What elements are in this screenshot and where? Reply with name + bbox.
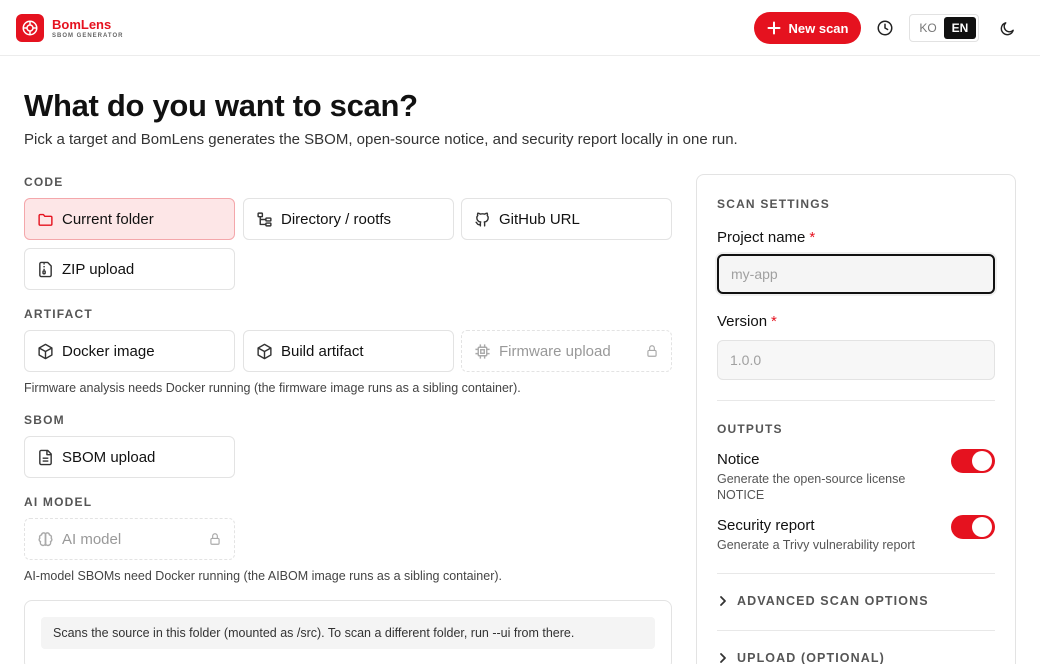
chevron-right-icon <box>720 596 726 606</box>
notice-toggle[interactable] <box>951 449 995 473</box>
bomlens-logo-icon <box>16 14 44 42</box>
project-name-label: Project name * <box>717 229 815 246</box>
target-build-artifact[interactable]: Build artifact <box>243 330 454 372</box>
target-label: Build artifact <box>281 342 364 360</box>
security-report-toggle[interactable] <box>951 515 995 539</box>
version-label: Version * <box>717 313 777 330</box>
scan-settings-title: SCAN SETTINGS <box>717 197 830 211</box>
plus-icon <box>767 21 780 35</box>
brain-icon <box>38 531 53 546</box>
upload-optional-toggle[interactable]: UPLOAD (OPTIONAL) <box>717 651 885 664</box>
package-icon <box>257 343 272 359</box>
advanced-scan-options-label: ADVANCED SCAN OPTIONS <box>737 594 929 608</box>
target-sbom-upload[interactable]: SBOM upload <box>24 436 235 478</box>
theme-toggle-button[interactable] <box>995 16 1019 40</box>
history-button[interactable] <box>873 16 897 40</box>
chevron-right-icon <box>720 653 726 663</box>
target-zip-upload[interactable]: ZIP upload <box>24 248 235 290</box>
tree-icon <box>257 211 272 227</box>
target-label: Docker image <box>62 342 155 360</box>
target-info-text: Scans the source in this folder (mounted… <box>41 617 655 649</box>
top-bar: BomLens SBOM GENERATOR New scan KO EN <box>0 0 1040 56</box>
target-docker-image[interactable]: Docker image <box>24 330 235 372</box>
target-label: AI model <box>62 530 122 548</box>
page-subtitle: Pick a target and BomLens generates the … <box>24 131 738 148</box>
lang-ko-button[interactable]: KO <box>912 17 944 39</box>
upload-optional-label: UPLOAD (OPTIONAL) <box>737 651 885 664</box>
notice-output-title: Notice <box>717 451 760 468</box>
security-report-output-title: Security report <box>717 517 815 534</box>
version-label-text: Version <box>717 313 768 330</box>
section-label-code: CODE <box>24 175 64 189</box>
target-label: GitHub URL <box>499 210 580 228</box>
advanced-scan-options-toggle[interactable]: ADVANCED SCAN OPTIONS <box>717 594 929 608</box>
project-name-label-text: Project name <box>717 229 806 246</box>
target-current-folder[interactable]: Current folder <box>24 198 235 240</box>
required-mark: * <box>771 313 777 330</box>
divider <box>717 630 995 631</box>
scan-settings-panel: SCAN SETTINGS Project name* Version* OUT… <box>696 174 1016 664</box>
target-label: Directory / rootfs <box>281 210 392 228</box>
new-scan-button[interactable]: New scan <box>754 12 861 44</box>
notice-output-desc: Generate the open-source license NOTICE <box>717 472 906 502</box>
chip-icon <box>475 343 490 359</box>
moon-icon <box>1000 21 1014 35</box>
folder-icon <box>38 213 53 226</box>
github-icon <box>475 211 489 227</box>
target-github-url[interactable]: GitHub URL <box>461 198 672 240</box>
section-label-sbom: SBOM <box>24 413 65 427</box>
package-icon <box>38 343 53 359</box>
target-label: ZIP upload <box>62 260 135 278</box>
zip-file-icon <box>39 261 52 277</box>
outputs-title: OUTPUTS <box>717 422 783 436</box>
target-info-box: Scans the source in this folder (mounted… <box>24 600 672 664</box>
brand-name: BomLens <box>52 16 112 32</box>
lock-icon <box>647 345 657 357</box>
ai-model-note: AI-model SBOMs need Docker running (the … <box>24 569 502 583</box>
target-directory-rootfs[interactable]: Directory / rootfs <box>243 198 454 240</box>
target-label: Firmware upload <box>499 342 611 360</box>
target-firmware-upload: Firmware upload <box>461 330 672 372</box>
language-switcher: KO EN <box>909 14 979 42</box>
target-label: Current folder <box>62 210 154 228</box>
section-label-artifact: ARTIFACT <box>24 307 93 321</box>
brand-subtitle: SBOM GENERATOR <box>52 32 124 39</box>
clock-icon <box>877 20 893 36</box>
brand[interactable]: BomLens SBOM GENERATOR <box>16 14 123 42</box>
page-title: What do you want to scan? <box>24 88 418 123</box>
lang-en-button[interactable]: EN <box>944 17 976 39</box>
file-icon <box>39 449 52 465</box>
new-scan-label: New scan <box>788 20 849 36</box>
section-label-ai-model: AI MODEL <box>24 495 93 509</box>
target-label: SBOM upload <box>62 448 156 466</box>
security-report-output-desc: Generate a Trivy vulnerability report <box>717 538 916 552</box>
lock-icon <box>210 533 220 545</box>
divider <box>717 573 995 574</box>
divider <box>717 400 995 401</box>
required-mark: * <box>809 229 816 246</box>
firmware-note: Firmware analysis needs Docker running (… <box>24 381 521 395</box>
project-name-input[interactable] <box>717 254 995 294</box>
version-input[interactable] <box>717 340 995 380</box>
target-ai-model: AI model <box>24 518 235 560</box>
